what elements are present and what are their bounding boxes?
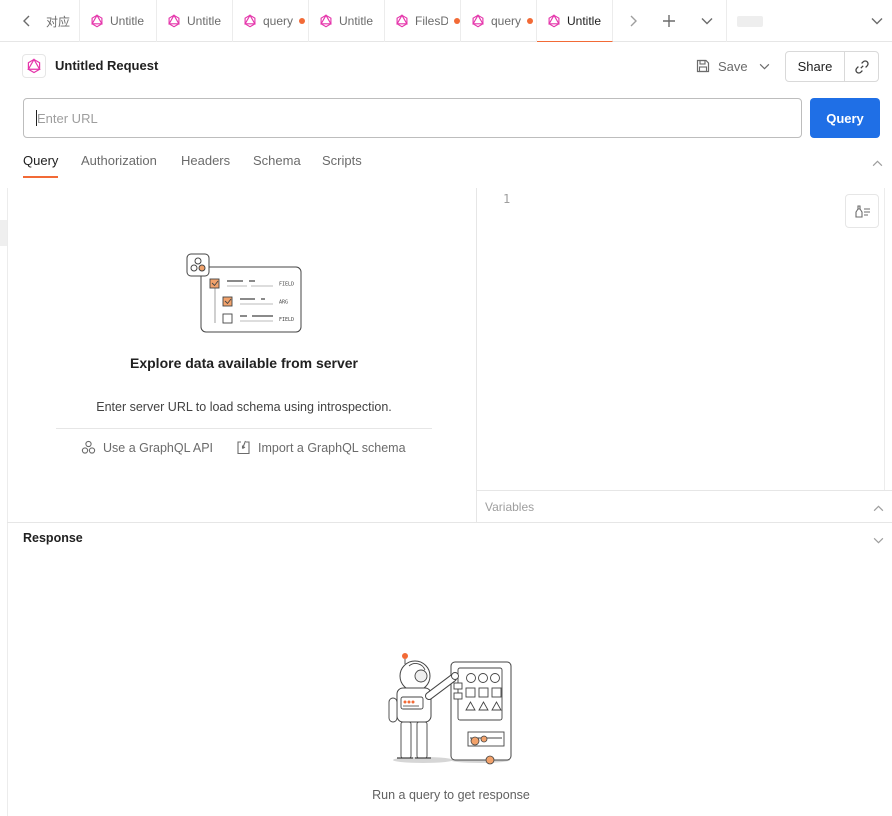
tab-label: query <box>491 14 522 28</box>
query-button[interactable]: Query <box>810 98 880 138</box>
illustration-field-label: FIELD <box>279 282 294 288</box>
variables-label: Variables <box>485 500 535 514</box>
tab-item[interactable]: Untitle <box>537 0 613 42</box>
tab-label: query <box>263 14 294 28</box>
chevron-down-icon <box>759 63 769 70</box>
import-schema-button[interactable]: Import a GraphQL schema <box>236 440 406 455</box>
graphql-icon <box>168 14 180 28</box>
use-graphql-api-label: Use a GraphQL API <box>103 440 214 455</box>
import-icon <box>237 440 250 455</box>
prettify-icon <box>855 205 870 218</box>
url-input[interactable] <box>23 98 802 138</box>
explore-description: Enter server URL to load schema using in… <box>96 400 392 414</box>
graphql-icon <box>320 14 332 28</box>
chevron-up-icon <box>872 160 883 167</box>
graphql-icon <box>396 14 408 28</box>
unsaved-indicator <box>454 18 460 24</box>
collapse-request-button[interactable] <box>872 155 883 170</box>
chevron-down-icon <box>871 18 883 25</box>
response-empty-text: Run a query to get response <box>372 788 530 802</box>
copy-link-button[interactable] <box>845 52 878 81</box>
text-cursor <box>36 110 37 126</box>
chevron-up-icon <box>873 505 884 512</box>
tab-item[interactable]: 对应 <box>40 0 80 42</box>
environment-placeholder <box>737 16 763 27</box>
tab-item[interactable]: query <box>461 0 537 42</box>
request-title[interactable]: Untitled Request <box>55 58 158 73</box>
tab-bar: 对应 Untitle Untitle query Untitle FilesD query U… <box>0 0 892 42</box>
tab-label: Untitle <box>187 14 222 28</box>
tab-authorization[interactable]: Authorization <box>81 153 157 178</box>
line-number: 1 <box>503 192 511 206</box>
tab-query[interactable]: Query <box>23 153 59 178</box>
tab-label: FilesD <box>415 14 448 28</box>
save-button[interactable]: Save <box>690 51 748 81</box>
save-label: Save <box>718 58 748 74</box>
share-group: Share <box>785 51 879 82</box>
tab-scripts[interactable]: Scripts <box>322 153 362 178</box>
tab-scroll-left-button[interactable] <box>12 0 42 42</box>
tab-label: Untitle <box>339 14 374 28</box>
graphql-icon <box>472 14 484 28</box>
link-icon <box>854 59 869 74</box>
save-options-button[interactable] <box>752 51 776 81</box>
collapse-response-button[interactable] <box>873 532 884 547</box>
tab-schema[interactable]: Schema <box>253 153 301 178</box>
save-icon <box>696 59 710 73</box>
chevron-right-icon <box>630 15 637 27</box>
graphql-nodes-icon <box>81 440 96 454</box>
expand-variables-button[interactable] <box>873 500 884 515</box>
chevron-down-icon <box>701 18 713 25</box>
illustration-field-label: FIELD <box>279 317 294 323</box>
environment-selector[interactable] <box>726 0 892 42</box>
response-split-handle[interactable] <box>7 522 892 523</box>
request-type-icon <box>22 54 46 78</box>
prettify-button[interactable] <box>845 194 879 228</box>
tab-label: Untitle <box>110 14 145 28</box>
tab-scroll-right-button[interactable] <box>618 0 648 42</box>
import-schema-label: Import a GraphQL schema <box>258 440 406 455</box>
graphql-icon <box>244 14 256 28</box>
editor-scrollbar[interactable] <box>884 188 885 490</box>
tab-label: 对应 <box>46 14 71 29</box>
tab-item[interactable]: Untitle <box>309 0 385 42</box>
tab-label: Untitle <box>567 13 602 28</box>
schema-illustration: FIELD ARG FIELD <box>186 253 302 333</box>
variables-bar[interactable] <box>477 490 892 522</box>
graphql-icon <box>91 14 103 28</box>
use-graphql-api-button[interactable]: Use a GraphQL API <box>81 440 213 455</box>
tab-item[interactable]: Untitle <box>80 0 157 42</box>
tab-headers[interactable]: Headers <box>181 153 230 178</box>
graphql-icon <box>548 13 560 27</box>
plus-icon <box>663 15 675 27</box>
divider <box>56 428 432 429</box>
unsaved-indicator <box>527 18 534 24</box>
tab-list-button[interactable] <box>692 0 722 42</box>
explore-title: Explore data available from server <box>130 355 358 371</box>
share-button[interactable]: Share <box>786 52 845 81</box>
unsaved-indicator <box>299 18 306 24</box>
new-tab-button[interactable] <box>654 0 684 42</box>
graphql-icon <box>27 58 41 74</box>
sidebar-resize-handle[interactable] <box>0 220 7 246</box>
tab-item[interactable]: Untitle <box>157 0 233 42</box>
response-title: Response <box>23 531 83 545</box>
astronaut-vending-illustration <box>388 653 512 765</box>
tab-item[interactable]: FilesD <box>385 0 461 42</box>
illustration-arg-label: ARG <box>279 300 288 306</box>
panel-divider <box>7 188 8 816</box>
tab-item[interactable]: query <box>233 0 309 42</box>
chevron-left-icon <box>23 15 30 27</box>
chevron-down-icon <box>873 537 884 544</box>
